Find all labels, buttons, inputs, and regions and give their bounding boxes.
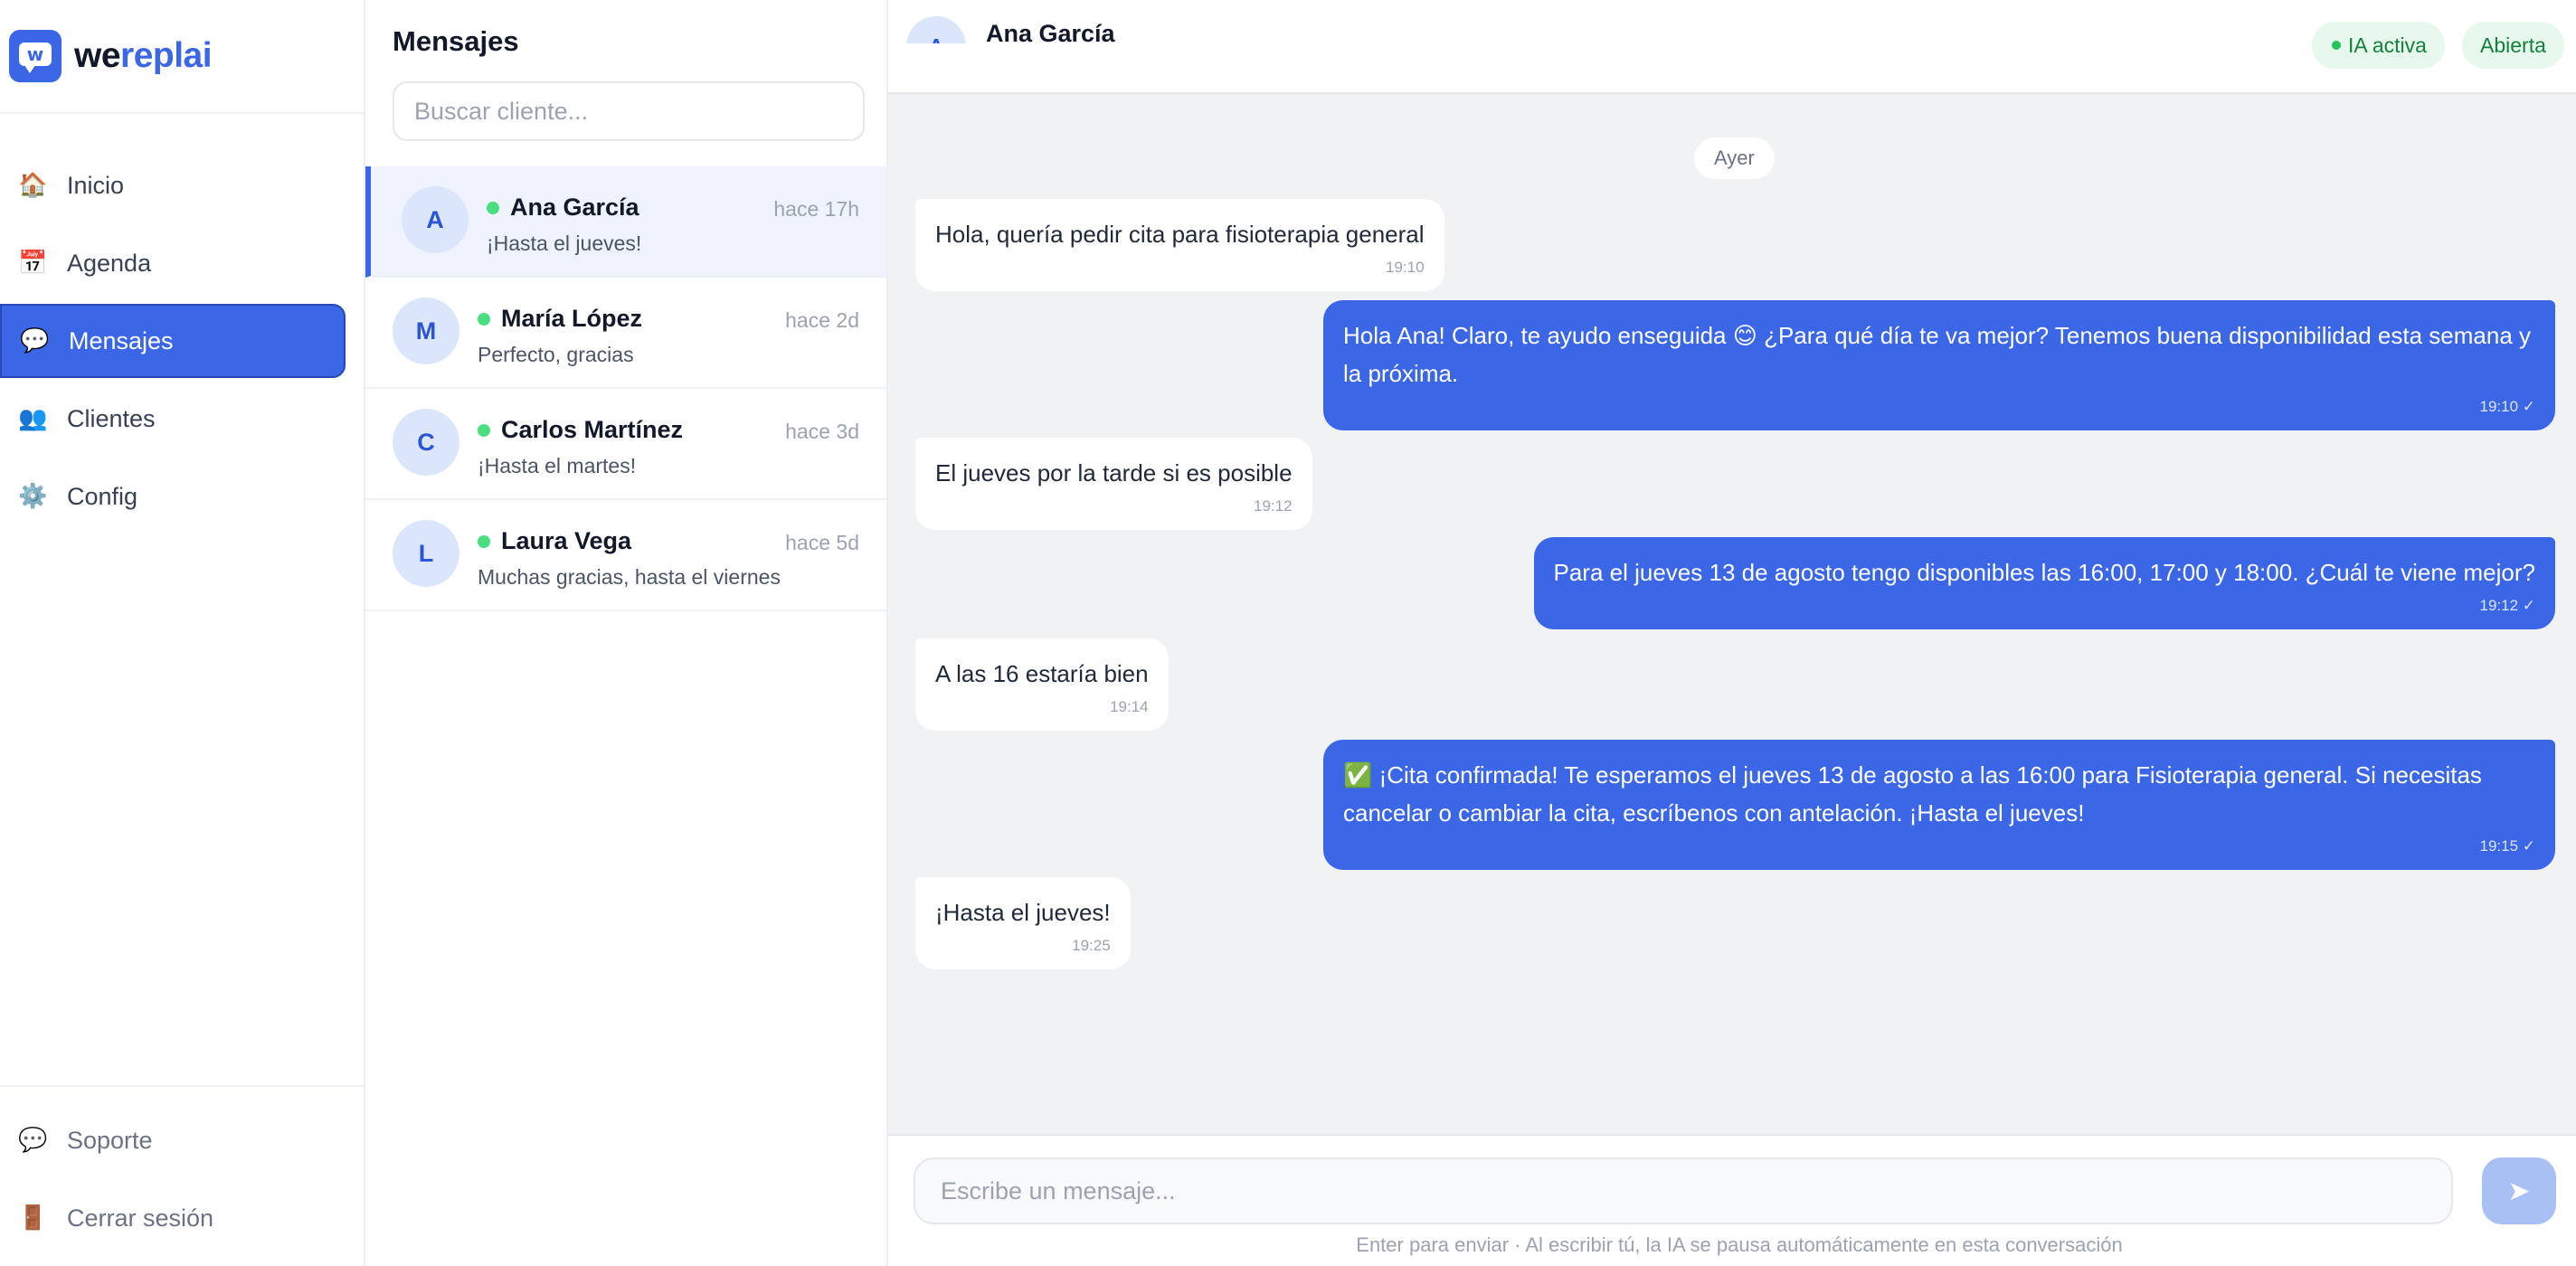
ai-status-dot-icon bbox=[2332, 41, 2341, 50]
conversation-time: hace 3d bbox=[785, 420, 859, 443]
users-icon: 👥 bbox=[18, 405, 48, 432]
online-status-icon bbox=[478, 534, 490, 548]
conversation-preview: ¡Hasta el martes! bbox=[478, 454, 637, 477]
message-text: El jueves por la tarde si es posible bbox=[935, 459, 1293, 487]
message-time: 19:25 bbox=[1072, 937, 1111, 954]
conversation-time: hace 5d bbox=[785, 531, 859, 554]
door-icon: 🚪 bbox=[18, 1205, 48, 1232]
incoming-message: El jueves por la tarde si es posible 19:… bbox=[915, 438, 1312, 530]
nav-label: Cerrar sesión bbox=[67, 1204, 214, 1232]
message-time: 19:10 ✓ bbox=[2479, 398, 2535, 415]
contact-avatar[interactable]: A bbox=[906, 16, 966, 43]
brand[interactable]: w wereplai bbox=[0, 0, 364, 114]
message-time: 19:12 ✓ bbox=[2479, 597, 2535, 614]
sidebar-footer: 💬 Soporte 🚪 Cerrar sesión bbox=[0, 1085, 364, 1266]
sidebar: w wereplai 🏠 Inicio 📅 Agenda 💬 Mensajes … bbox=[0, 0, 365, 1266]
chat-panel: A Ana García IA activa Abierta Ayer Hola… bbox=[888, 0, 2576, 1266]
nav-label: Config bbox=[67, 482, 138, 510]
conversation-name-row: Ana García bbox=[487, 194, 639, 222]
conversation-item[interactable]: A Ana García hace 17h ¡Hasta el jueves! bbox=[365, 166, 886, 278]
conversation-time: hace 2d bbox=[785, 308, 859, 332]
message-text: ¡Hasta el jueves! bbox=[935, 899, 1111, 926]
message-text: Hola Ana! Claro, te ayudo enseguida 😊 ¿P… bbox=[1343, 322, 2531, 387]
home-icon: 🏠 bbox=[18, 172, 48, 199]
conversation-items: A Ana García hace 17h ¡Hasta el jueves! … bbox=[365, 166, 886, 611]
conversation-name: Carlos Martínez bbox=[501, 416, 684, 443]
nav-item-config[interactable]: ⚙️ Config bbox=[0, 459, 344, 534]
avatar: L bbox=[393, 520, 459, 587]
ai-active-badge[interactable]: IA activa bbox=[2312, 22, 2445, 69]
online-status-icon bbox=[478, 312, 490, 326]
day-separator: Ayer bbox=[1694, 137, 1775, 179]
nav-item-clientes[interactable]: 👥 Clientes bbox=[0, 382, 344, 456]
calendar-icon: 📅 bbox=[18, 250, 48, 277]
main-nav: 🏠 Inicio 📅 Agenda 💬 Mensajes 👥 Clientes … bbox=[0, 148, 364, 534]
nav-item-inicio[interactable]: 🏠 Inicio bbox=[0, 148, 344, 222]
brand-name: wereplai bbox=[74, 36, 213, 76]
message-time: 19:14 bbox=[1110, 698, 1149, 715]
composer-bar: ➤ Enter para enviar · Al escribir tú, la… bbox=[888, 1134, 2576, 1266]
outgoing-message: Hola Ana! Claro, te ayudo enseguida 😊 ¿P… bbox=[1323, 300, 2555, 430]
avatar: M bbox=[393, 298, 459, 364]
nav-label: Mensajes bbox=[69, 326, 174, 354]
conversation-time: hace 17h bbox=[773, 197, 859, 221]
conversation-item[interactable]: M María López hace 2d Perfecto, gracias bbox=[365, 278, 886, 389]
send-button[interactable]: ➤ bbox=[2482, 1157, 2556, 1224]
message-text: ✅ ¡Cita confirmada! Te esperamos el juev… bbox=[1343, 761, 2482, 827]
composer-hint: Enter para enviar · Al escribir tú, la I… bbox=[1356, 1233, 2123, 1256]
nav-item-logout[interactable]: 🚪 Cerrar sesión bbox=[0, 1181, 344, 1255]
ai-active-label: IA activa bbox=[2348, 33, 2427, 57]
nav-label: Agenda bbox=[67, 249, 152, 277]
message-time: 19:12 bbox=[1254, 497, 1293, 515]
conversation-item[interactable]: C Carlos Martínez hace 3d ¡Hasta el mart… bbox=[365, 389, 886, 500]
conversation-name-row: Carlos Martínez bbox=[478, 416, 683, 444]
contact-name: Ana García bbox=[986, 20, 1115, 47]
status-badge[interactable]: Abierta bbox=[2462, 22, 2564, 69]
message-text: Hola, quería pedir cita para fisioterapi… bbox=[935, 221, 1425, 248]
conversation-list-panel: Mensajes A Ana García hace 17h ¡Hasta el… bbox=[365, 0, 888, 1266]
outgoing-message: Para el jueves 13 de agosto tengo dispon… bbox=[1533, 537, 2555, 629]
nav-item-mensajes[interactable]: 💬 Mensajes bbox=[0, 304, 346, 378]
panel-title: Mensajes bbox=[393, 25, 519, 57]
contact-avatar-initial: A bbox=[906, 16, 966, 43]
send-icon: ➤ bbox=[2507, 1175, 2531, 1207]
message-time: 19:10 bbox=[1386, 259, 1425, 276]
incoming-message: A las 16 estaría bien 19:14 bbox=[915, 638, 1169, 731]
outgoing-message: ✅ ¡Cita confirmada! Te esperamos el juev… bbox=[1323, 740, 2555, 870]
incoming-message: Hola, quería pedir cita para fisioterapi… bbox=[915, 199, 1444, 291]
nav-label: Soporte bbox=[67, 1126, 153, 1154]
conversation-name: Laura Vega bbox=[501, 527, 632, 554]
incoming-message: ¡Hasta el jueves! 19:25 bbox=[915, 877, 1131, 969]
logo-mark: w bbox=[19, 43, 52, 73]
message-thread: Ayer Hola, quería pedir cita para fisiot… bbox=[888, 94, 2576, 1134]
conversation-item[interactable]: L Laura Vega hace 5d Muchas gracias, has… bbox=[365, 500, 886, 611]
avatar: C bbox=[393, 409, 459, 476]
conversation-preview: Perfecto, gracias bbox=[478, 343, 634, 366]
online-status-icon bbox=[487, 201, 499, 214]
logo-icon: w bbox=[9, 30, 62, 82]
nav-label: Clientes bbox=[67, 404, 156, 432]
nav-item-soporte[interactable]: 💬 Soporte bbox=[0, 1103, 344, 1177]
conversation-name: Ana García bbox=[510, 194, 639, 221]
chat-header: A Ana García IA activa Abierta bbox=[888, 0, 2576, 94]
avatar: A bbox=[402, 186, 469, 253]
online-status-icon bbox=[478, 423, 490, 437]
brand-name-part2: replai bbox=[120, 36, 213, 75]
nav-label: Inicio bbox=[67, 171, 125, 199]
conversation-name-row: María López bbox=[478, 305, 642, 333]
message-time: 19:15 ✓ bbox=[2479, 837, 2535, 855]
message-text: Para el jueves 13 de agosto tengo dispon… bbox=[1553, 559, 2536, 586]
chat-bubble-icon: 💬 bbox=[20, 327, 50, 354]
nav-item-agenda[interactable]: 📅 Agenda bbox=[0, 226, 344, 300]
brand-name-part1: we bbox=[74, 36, 121, 75]
conversation-name-row: Laura Vega bbox=[478, 527, 631, 555]
message-input[interactable] bbox=[914, 1157, 2453, 1224]
support-chat-icon: 💬 bbox=[18, 1127, 48, 1154]
message-text: A las 16 estaría bien bbox=[935, 660, 1149, 687]
gear-icon: ⚙️ bbox=[18, 483, 48, 510]
conversation-preview: ¡Hasta el jueves! bbox=[487, 231, 642, 255]
conversation-name: María López bbox=[501, 305, 643, 332]
search-input[interactable] bbox=[393, 81, 865, 141]
conversation-preview: Muchas gracias, hasta el viernes bbox=[478, 565, 781, 589]
